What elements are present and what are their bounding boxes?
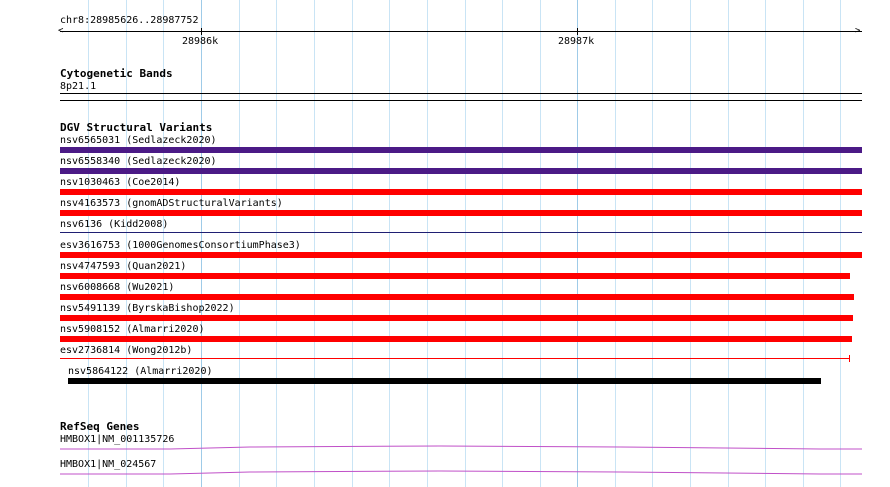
grid-line [615, 0, 616, 487]
grid-line [690, 0, 691, 487]
gene-feature[interactable] [60, 468, 862, 480]
variant-label[interactable]: nsv6565031 (Sedlazeck2020) [60, 135, 217, 147]
variant-label[interactable]: esv2736814 (Wong2012b) [60, 345, 192, 357]
gene-line [60, 470, 862, 475]
variant-bar[interactable] [68, 378, 821, 384]
variant-bar[interactable] [60, 232, 862, 233]
variant-label[interactable]: nsv6008668 (Wu2021) [60, 282, 174, 294]
variant-label[interactable]: nsv5908152 (Almarri2020) [60, 324, 205, 336]
grid-line [352, 0, 353, 487]
ruler-tick [201, 28, 202, 35]
grid-line [765, 0, 766, 487]
variant-bar[interactable] [60, 358, 850, 359]
variant-label[interactable]: esv3616753 (1000GenomesConsortiumPhase3) [60, 240, 301, 252]
grid-line [502, 0, 503, 487]
track-title-refseq: RefSeq Genes [60, 420, 140, 433]
variant-bar[interactable] [60, 210, 862, 216]
gene-line [60, 445, 862, 450]
ruler-tick-label: 28986k [182, 36, 219, 47]
variant-bar[interactable] [60, 315, 853, 321]
grid-line [728, 0, 729, 487]
variant-label[interactable]: nsv6136 (Kidd2008) [60, 219, 168, 231]
track-title-cytoband: Cytogenetic Bands [60, 67, 173, 80]
grid-line [465, 0, 466, 487]
grid-line [803, 0, 804, 487]
variant-bar[interactable] [60, 147, 862, 153]
variant-bar[interactable] [60, 273, 850, 279]
variant-label[interactable]: nsv1030463 (Coe2014) [60, 177, 180, 189]
grid-line [540, 0, 541, 487]
ruler-right-arrow-icon: > [855, 26, 861, 36]
variant-bar[interactable] [60, 189, 862, 195]
track-title-dgv: DGV Structural Variants [60, 121, 213, 134]
variant-bar-end-cap [849, 355, 850, 362]
position-label: chr8:28985626..28987752 [60, 15, 199, 26]
variant-label[interactable]: nsv4747593 (Quan2021) [60, 261, 186, 273]
grid-line [389, 0, 390, 487]
gene-feature[interactable] [60, 443, 862, 455]
ruler-left-arrow-icon: < [58, 26, 64, 36]
variant-label[interactable]: nsv4163573 (gnomADStructuralVariants) [60, 198, 283, 210]
variant-bar[interactable] [60, 252, 862, 258]
variant-label[interactable]: nsv5864122 (Almarri2020) [68, 366, 213, 378]
cytoband-label: 8p21.1 [60, 81, 97, 92]
ruler-tick-label: 28987k [558, 36, 595, 47]
ruler-tick [577, 28, 578, 35]
grid-line [314, 0, 315, 487]
variant-label[interactable]: nsv5491139 (ByrskaBishop2022) [60, 303, 235, 315]
grid-line [652, 0, 653, 487]
variant-bar[interactable] [60, 294, 854, 300]
grid-line [840, 0, 841, 487]
cytoband-line[interactable] [60, 93, 862, 94]
variant-label[interactable]: nsv6558340 (Sedlazeck2020) [60, 156, 217, 168]
grid-line [427, 0, 428, 487]
grid-line [577, 0, 578, 487]
cytoband-line[interactable] [60, 100, 862, 101]
ruler-line [60, 31, 862, 32]
variant-bar[interactable] [60, 168, 862, 174]
variant-bar[interactable] [60, 336, 852, 342]
